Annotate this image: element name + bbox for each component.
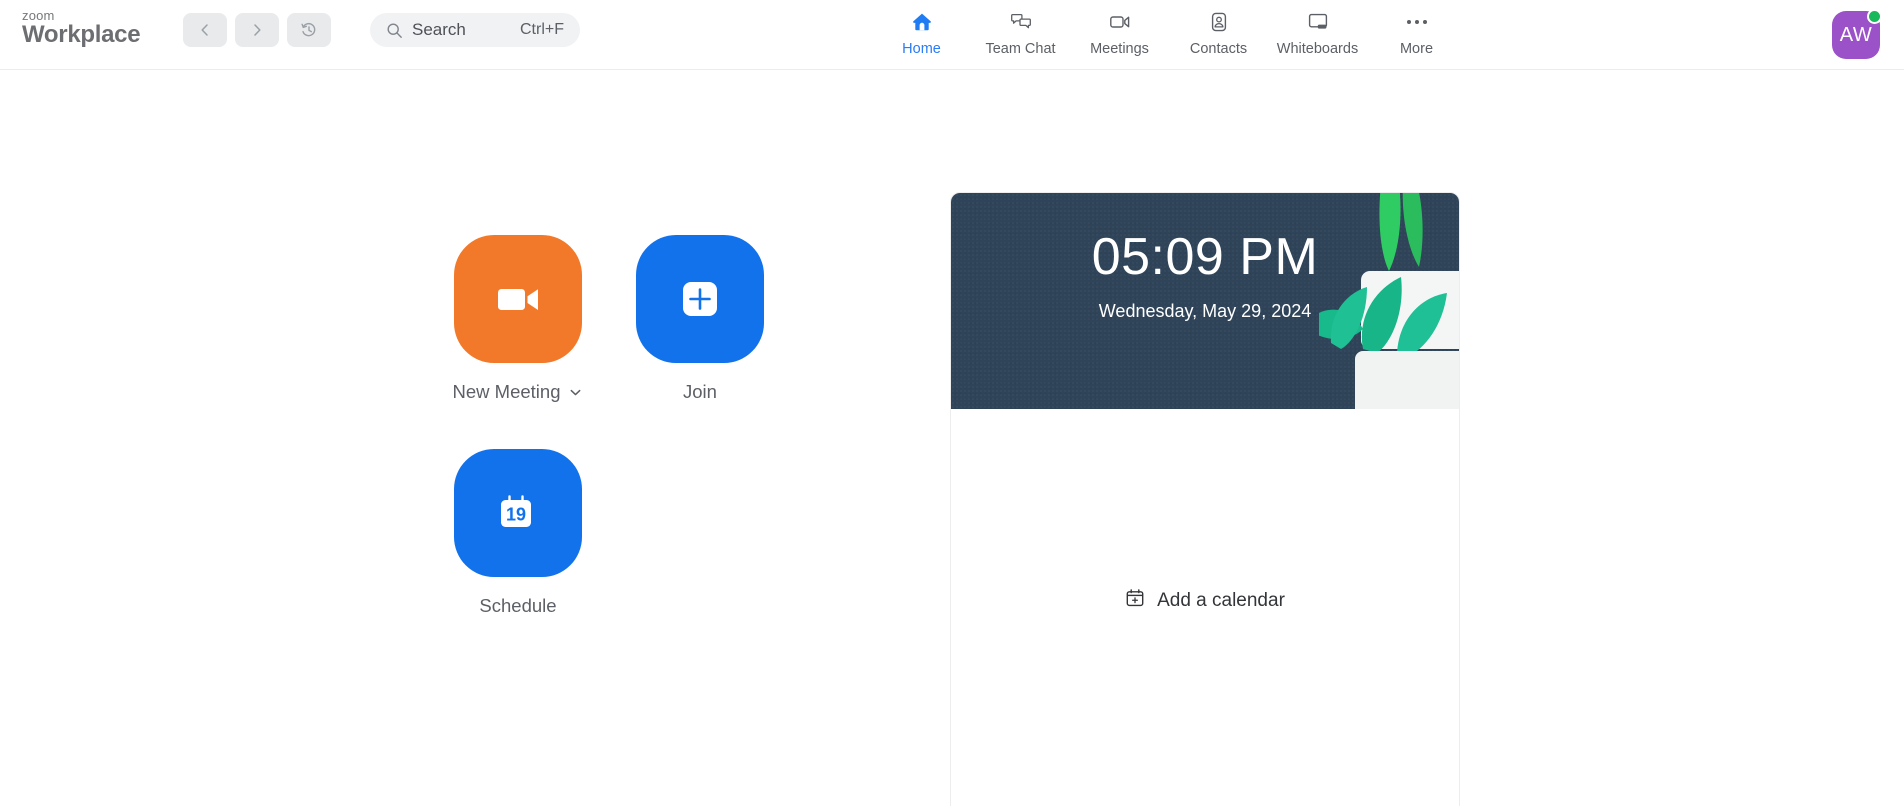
quick-actions-row-2: 19 Schedule	[447, 448, 867, 616]
quick-actions-row-1: New Meeting Join	[447, 235, 867, 402]
clock-text: 05:09 PM Wednesday, May 29, 2024	[951, 231, 1459, 322]
new-meeting-button[interactable]: New Meeting	[447, 235, 589, 402]
tab-more[interactable]: More	[1367, 4, 1466, 66]
add-calendar-button[interactable]: Add a calendar	[951, 588, 1459, 613]
calendar-card: 05:09 PM Wednesday, May 29, 2024 Add a c…	[950, 192, 1460, 806]
zoom-workplace-logo: zoom Workplace	[22, 9, 141, 48]
schedule-button[interactable]: 19 Schedule	[447, 448, 589, 616]
tab-more-label: More	[1399, 41, 1434, 57]
join-button[interactable]: Join	[629, 235, 771, 402]
navigation-buttons	[183, 13, 331, 47]
search-icon	[386, 22, 403, 39]
history-clock-icon	[299, 20, 319, 40]
brand-workplace-text: Workplace	[22, 21, 141, 48]
add-calendar-label: Add a calendar	[1157, 589, 1285, 611]
tab-team-chat[interactable]: Team Chat	[971, 4, 1070, 66]
chevron-left-icon	[196, 21, 214, 39]
history-button[interactable]	[287, 13, 331, 47]
current-time: 05:09 PM	[1091, 228, 1319, 286]
search-placeholder: Search	[412, 20, 466, 39]
chat-bubbles-icon	[1009, 9, 1033, 35]
tab-home[interactable]: Home	[872, 4, 971, 66]
svg-text:19: 19	[506, 504, 526, 524]
join-label: Join	[683, 381, 717, 402]
calendar-card-body: Add a calendar	[951, 409, 1459, 806]
search-shortcut-label: Ctrl+F	[520, 21, 564, 38]
back-button[interactable]	[183, 13, 227, 47]
forward-button[interactable]	[235, 13, 279, 47]
schedule-label-row: Schedule	[479, 594, 557, 616]
home-content: New Meeting Join 19 Schedule 05:09 PM We…	[0, 70, 1904, 806]
tab-team-chat-label: Team Chat	[985, 41, 1056, 57]
new-meeting-label-row: New Meeting	[452, 381, 584, 402]
plus-square-icon	[636, 235, 764, 363]
quick-actions: New Meeting Join 19 Schedule	[447, 235, 867, 662]
join-label-row: Join	[683, 381, 717, 402]
ellipsis-icon	[1406, 9, 1427, 35]
tab-meetings[interactable]: Meetings	[1070, 4, 1169, 66]
avatar[interactable]: AW	[1832, 9, 1882, 59]
tab-meetings-label: Meetings	[1090, 41, 1149, 57]
chevron-right-icon	[248, 21, 266, 39]
status-badge	[1867, 9, 1882, 24]
calendar-plus-icon	[1125, 588, 1145, 613]
new-meeting-label: New Meeting	[452, 381, 561, 402]
tab-home-label: Home	[902, 41, 941, 57]
main-navigation-tabs: Home Team Chat Meetings Contacts Whitebo…	[872, 0, 1466, 70]
clock-banner: 05:09 PM Wednesday, May 29, 2024	[951, 193, 1459, 409]
whiteboard-icon	[1306, 9, 1330, 35]
app-header: zoom Workplace Search Ctrl+F Home Team C…	[0, 0, 1904, 70]
current-date: Wednesday, May 29, 2024	[1098, 301, 1312, 321]
video-camera-filled-icon	[454, 235, 582, 363]
tab-contacts-label: Contacts	[1189, 41, 1248, 57]
calendar-19-icon: 19	[454, 448, 582, 577]
contact-person-icon	[1207, 9, 1231, 35]
tab-contacts[interactable]: Contacts	[1169, 4, 1268, 66]
tab-whiteboards[interactable]: Whiteboards	[1268, 4, 1367, 66]
tab-whiteboards-label: Whiteboards	[1276, 41, 1359, 57]
chevron-down-icon[interactable]	[568, 385, 583, 400]
home-icon	[910, 9, 934, 35]
search-input[interactable]: Search Ctrl+F	[370, 13, 580, 47]
video-camera-icon	[1108, 9, 1132, 35]
schedule-label: Schedule	[479, 594, 557, 616]
